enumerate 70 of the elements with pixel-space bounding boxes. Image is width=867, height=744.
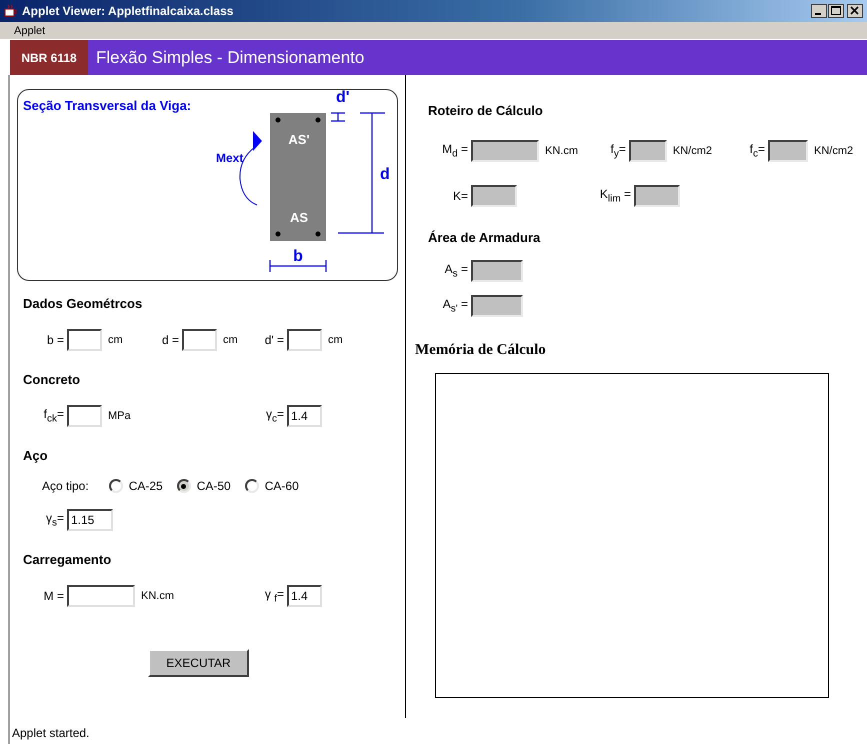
field-label: f$_{y}$=: [609, 142, 626, 160]
dimension-label: d': [336, 90, 350, 106]
cover-dimension: [330, 112, 346, 122]
field-label: A$_{s}$ =: [444, 262, 468, 280]
output-field: [471, 260, 523, 282]
section-heading: Dados Geométrcos: [23, 296, 142, 312]
unit-label: KN.cm: [141, 590, 174, 602]
input-field[interactable]: 1.15: [67, 509, 113, 531]
field-label: γ$_{c}$=: [264, 407, 284, 425]
field-label: f$_{c}$=: [748, 142, 765, 160]
unit-label: MPa: [108, 410, 131, 422]
field-label: K=: [452, 189, 468, 203]
radio-button[interactable]: [244, 479, 259, 493]
unit-label: cm: [328, 334, 343, 346]
section-heading: Carregamento: [23, 552, 112, 568]
unit-label: KN.cm: [545, 145, 578, 157]
section-heading: Memória de Cálculo: [415, 342, 546, 359]
window-title: Applet Viewer: Appletfinalcaixa.class: [22, 4, 234, 18]
unit-label: KN/cm2: [672, 145, 712, 157]
execute-button[interactable]: EXECUTAR: [148, 649, 249, 677]
reinforcement-label: AS': [288, 132, 310, 147]
field-label: d' =: [264, 333, 284, 347]
input-field[interactable]: [67, 405, 102, 427]
maximize-button[interactable]: [828, 4, 844, 18]
input-field[interactable]: [67, 329, 102, 351]
radio-button[interactable]: [108, 479, 123, 493]
output-field: [471, 140, 539, 162]
section-heading: Concreto: [23, 372, 80, 388]
field-label: d =: [160, 333, 179, 347]
status-text: Applet started.: [12, 726, 90, 740]
output-field: [628, 140, 667, 162]
diagram-title: Seção Transversal da Viga:: [23, 98, 192, 113]
section-heading: Área de Armadura: [428, 230, 540, 246]
radio-label[interactable]: CA-60: [264, 479, 299, 493]
app-title: Flexão Simples - Dimensionamento: [95, 46, 364, 68]
input-field[interactable]: [67, 585, 135, 607]
output-field: [471, 185, 517, 207]
field-label: b =: [46, 333, 64, 347]
radio-button[interactable]: [176, 479, 191, 493]
input-field[interactable]: 1.4: [287, 585, 322, 607]
section-heading: Aço: [23, 448, 48, 464]
unit-label: cm: [108, 334, 123, 346]
radio-label[interactable]: CA-25: [128, 479, 163, 493]
field-label: γ $_{f}$=: [264, 587, 284, 605]
field-label: M$_{d}$ =: [441, 142, 468, 160]
moment-label: Mext: [216, 151, 244, 165]
close-button[interactable]: [847, 4, 863, 18]
coffee-cup-icon: [4, 4, 18, 18]
section-heading: Roteiro de Cálculo: [428, 103, 543, 119]
input-field[interactable]: 1.4: [287, 405, 322, 427]
reinforcement-label: AS: [290, 210, 308, 225]
output-field: [768, 140, 808, 162]
field-label: f$_{ck}$=: [42, 407, 64, 425]
field-label: Aço tipo:: [42, 479, 89, 493]
output-field: [634, 185, 680, 207]
field-label: A$_{s'}$ =: [442, 297, 468, 315]
field-label: K$_{lim}$ =: [598, 187, 631, 205]
radio-label[interactable]: CA-50: [196, 479, 231, 493]
unit-label: KN/cm2: [814, 145, 854, 157]
output-field: [471, 295, 523, 317]
standard-badge: NBR 6118: [10, 40, 88, 75]
input-field[interactable]: [287, 329, 322, 351]
dimension-label: d: [380, 166, 390, 183]
input-field[interactable]: [182, 329, 217, 351]
minimize-button[interactable]: [811, 4, 827, 18]
dimension-label: b: [293, 248, 303, 265]
field-label: γ$_{s}$=: [44, 511, 64, 529]
unit-label: cm: [223, 334, 238, 346]
menu-item[interactable]: Applet: [14, 24, 46, 36]
field-label: M =: [42, 589, 64, 603]
